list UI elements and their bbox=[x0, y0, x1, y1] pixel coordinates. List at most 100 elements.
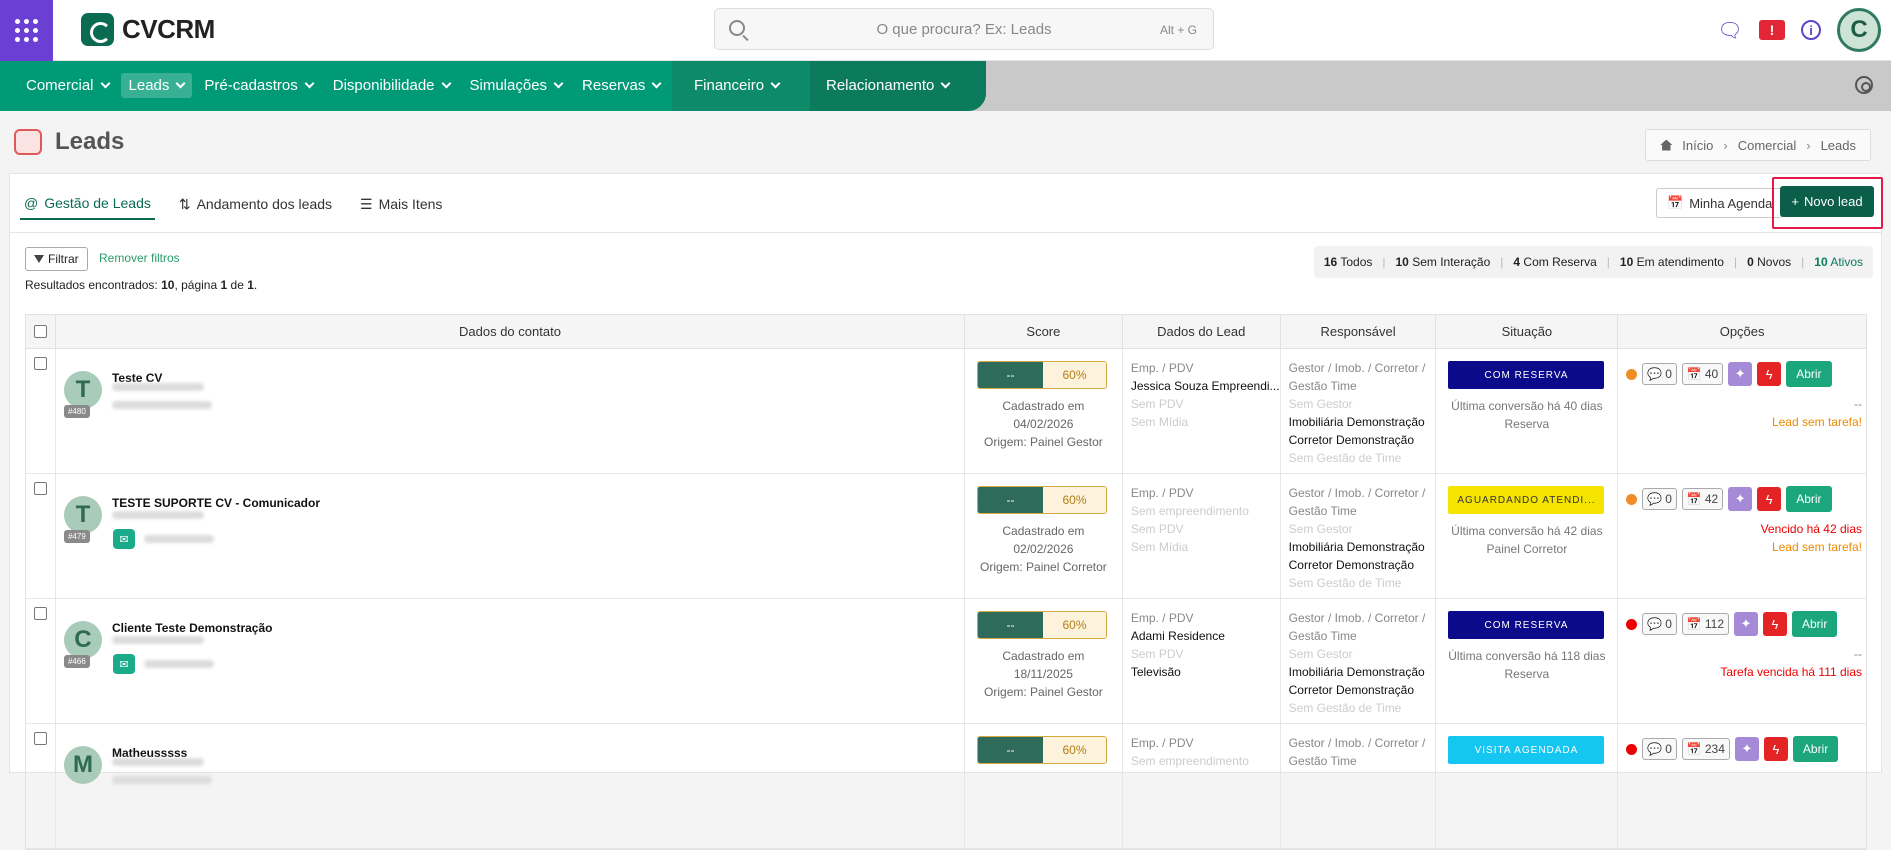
status-dot bbox=[1626, 368, 1638, 380]
lead-label: Emp. / PDV bbox=[1130, 736, 1194, 750]
calendar-days-button[interactable]: 📅 112 bbox=[1681, 613, 1729, 635]
count-filter-1[interactable]: 10 Sem Interação bbox=[1396, 255, 1491, 269]
lead-name[interactable]: TESTE SUPORTE CV - Comunicador bbox=[112, 496, 320, 510]
lead-id-badge: #479 bbox=[63, 530, 90, 543]
lead-emp: Jessica Souza Empreendi... bbox=[1130, 379, 1280, 393]
interactions-button[interactable]: 💬 0 bbox=[1642, 738, 1677, 760]
calendar-icon: 📅 bbox=[1686, 492, 1702, 506]
select-all-checkbox[interactable] bbox=[33, 325, 47, 338]
breadcrumb-comercial[interactable]: Comercial bbox=[1738, 138, 1797, 153]
my-agenda-button[interactable]: 📅 Minha Agenda bbox=[1656, 188, 1784, 218]
contact-cell: M Matheusssss bbox=[56, 724, 965, 848]
count-filter-5[interactable]: 10 Ativos bbox=[1814, 255, 1863, 269]
col-responsavel: Responsável bbox=[1281, 315, 1437, 348]
bolt-icon[interactable]: ϟ bbox=[1757, 487, 1782, 511]
nav-item-simulaes[interactable]: Simulações bbox=[462, 73, 571, 98]
interactions-button[interactable]: 💬 0 bbox=[1642, 488, 1677, 510]
count-filter-2[interactable]: 4 Com Reserva bbox=[1513, 255, 1596, 269]
blurred-email bbox=[111, 636, 204, 644]
breadcrumb-home[interactable]: Início bbox=[1682, 138, 1713, 153]
magic-icon[interactable]: ✦ bbox=[1734, 612, 1758, 636]
responsavel-cell: Gestor / Imob. / Corretor / Gestão Time Se… bbox=[1281, 349, 1437, 473]
page-title: Leads bbox=[55, 128, 125, 155]
row-checkbox[interactable] bbox=[34, 732, 47, 745]
chat-icon[interactable]: 🗨 bbox=[1717, 17, 1743, 43]
whatsapp-icon[interactable]: ✉ bbox=[112, 529, 135, 549]
task-status: -- Tarefa vencida há 111 dias bbox=[1720, 647, 1862, 679]
bolt-icon[interactable]: ϟ bbox=[1763, 737, 1788, 761]
global-search[interactable]: O que procura? Ex: Leads Alt + G bbox=[714, 8, 1214, 50]
task-status: Vencido há 42 dias Lead sem tarefa! bbox=[1760, 522, 1862, 554]
leads-card: @ Gestão de Leads ⇅ Andamento dos leads ☰ M… bbox=[9, 173, 1883, 850]
interactions-button[interactable]: 💬 0 bbox=[1642, 363, 1677, 385]
magic-icon[interactable]: ✦ bbox=[1734, 737, 1759, 761]
row-checkbox[interactable] bbox=[34, 607, 47, 620]
status-dot bbox=[1626, 493, 1638, 505]
remove-filters-link[interactable]: Remover filtros bbox=[99, 251, 180, 265]
situacao-details: Última conversão há 118 dias Reserva bbox=[1448, 649, 1606, 681]
count-filter-0[interactable]: 16 Todos bbox=[1324, 255, 1373, 269]
resp-gestor: Sem Gestor bbox=[1288, 647, 1353, 661]
open-lead-button[interactable]: Abrir bbox=[1786, 486, 1832, 512]
info-icon[interactable]: i bbox=[1801, 20, 1821, 40]
results-summary: Resultados encontrados: 10, página 1 de … bbox=[25, 278, 258, 292]
filter-button[interactable]: Filtrar bbox=[25, 247, 88, 271]
user-avatar[interactable]: C bbox=[1837, 8, 1881, 52]
nav-item-comercial[interactable]: Comercial bbox=[18, 73, 117, 98]
magic-icon[interactable]: ✦ bbox=[1728, 362, 1753, 386]
table-header: Dados do contato Score Dados do Lead Res… bbox=[26, 315, 1866, 349]
status-dot bbox=[1626, 618, 1638, 630]
score-bar: -- 60% bbox=[976, 361, 1107, 389]
resp-label2: Gestão Time bbox=[1288, 754, 1357, 768]
chevron-down-icon bbox=[100, 78, 110, 89]
row-checkbox[interactable] bbox=[34, 357, 47, 370]
nav-item-relacionamento[interactable]: Relacionamento bbox=[818, 73, 957, 98]
nav-item-financeiro[interactable]: Financeiro bbox=[686, 73, 787, 98]
lead-midia: Sem Mídia bbox=[1130, 540, 1189, 554]
resp-imob: Imobiliária Demonstração bbox=[1288, 540, 1425, 554]
open-lead-button[interactable]: Abrir bbox=[1792, 736, 1839, 762]
tab-gestao-leads[interactable]: @ Gestão de Leads bbox=[20, 188, 155, 220]
options-cell: 💬 0 📅 234 ✦ ϟ Abrir bbox=[1618, 724, 1866, 848]
chevron-down-icon bbox=[441, 78, 451, 89]
calendar-days-button[interactable]: 📅 40 bbox=[1681, 363, 1724, 385]
resp-time: Sem Gestão de Time bbox=[1288, 576, 1402, 590]
nav-item-prcadastros[interactable]: Pré-cadastros bbox=[196, 73, 320, 98]
alert-icon[interactable]: ! bbox=[1759, 20, 1785, 40]
chevron-down-icon bbox=[304, 78, 315, 89]
whatsapp-icon[interactable]: ✉ bbox=[112, 654, 135, 674]
tab-mais-itens[interactable]: ☰ Mais Itens bbox=[356, 188, 446, 220]
row-checkbox[interactable] bbox=[34, 482, 47, 495]
bolt-icon[interactable]: ϟ bbox=[1763, 612, 1787, 636]
nav-item-disponibilidade[interactable]: Disponibilidade bbox=[325, 73, 458, 98]
new-lead-button[interactable]: + Novo lead bbox=[1780, 186, 1874, 217]
open-lead-button[interactable]: Abrir bbox=[1786, 361, 1832, 387]
tab-andamento-leads[interactable]: ⇅ Andamento dos leads bbox=[175, 188, 336, 220]
calendar-days-button[interactable]: 📅 42 bbox=[1681, 488, 1724, 510]
lead-midia: Sem Mídia bbox=[1130, 415, 1189, 429]
interactions-button[interactable]: 💬 0 bbox=[1642, 613, 1677, 635]
magic-icon[interactable]: ✦ bbox=[1728, 487, 1753, 511]
chat-icon: 💬 bbox=[1647, 367, 1663, 381]
calendar-days-button[interactable]: 📅 234 bbox=[1681, 738, 1730, 760]
score-cell: -- 60% Cadastrado em 02/02/2026 Origem: Pain… bbox=[965, 474, 1123, 598]
count-filter-4[interactable]: 0 Novos bbox=[1747, 255, 1791, 269]
at-icon: @ bbox=[24, 195, 39, 211]
bolt-icon[interactable]: ϟ bbox=[1757, 362, 1782, 386]
lead-name[interactable]: Cliente Teste Demonstração bbox=[112, 621, 273, 635]
apps-grid-button[interactable] bbox=[0, 0, 53, 61]
gear-icon[interactable] bbox=[1855, 76, 1873, 94]
nav-item-leads[interactable]: Leads bbox=[120, 73, 193, 98]
score-percent: 60% bbox=[1042, 487, 1106, 513]
lead-label: Emp. / PDV bbox=[1130, 486, 1194, 500]
status-badge: COM RESERVA bbox=[1448, 611, 1605, 639]
brand-logo[interactable]: CVCRM bbox=[81, 13, 215, 46]
count-filter-3[interactable]: 10 Em atendimento bbox=[1620, 255, 1724, 269]
resp-label2: Gestão Time bbox=[1288, 629, 1357, 643]
apps-grid-icon bbox=[15, 19, 38, 42]
nav-item-reservas[interactable]: Reservas bbox=[574, 73, 668, 98]
logo-icon bbox=[81, 13, 114, 46]
open-lead-button[interactable]: Abrir bbox=[1792, 611, 1838, 637]
blurred-phone bbox=[143, 535, 214, 543]
chat-icon: 💬 bbox=[1647, 617, 1663, 631]
